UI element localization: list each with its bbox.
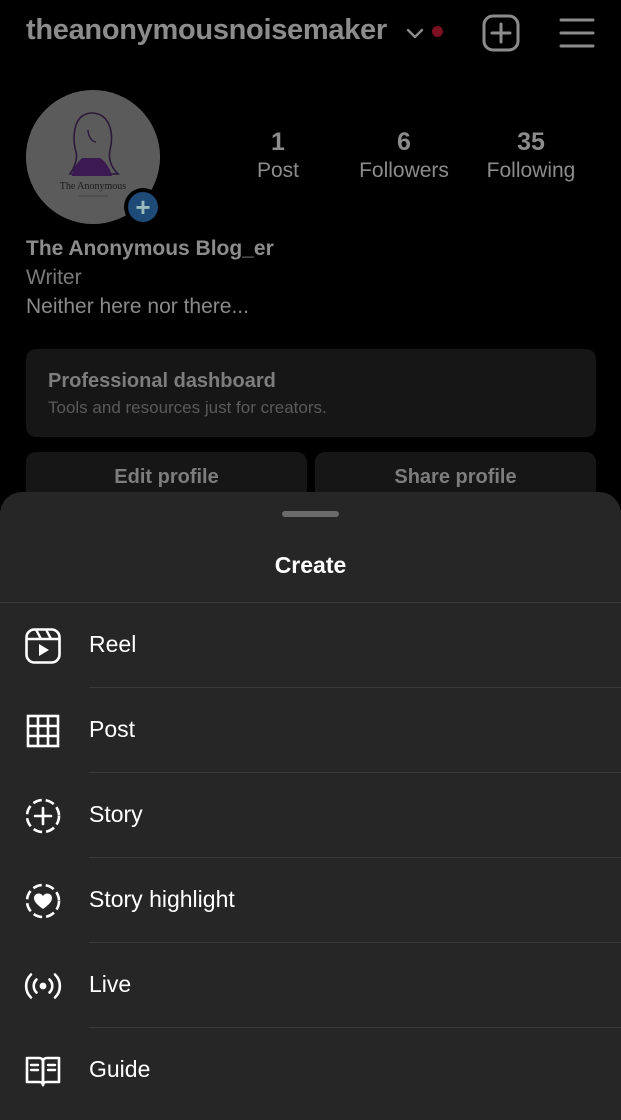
avatar-caption: The Anonymous: [60, 181, 126, 192]
option-label: Reel: [89, 631, 137, 657]
grid-icon: [26, 714, 60, 748]
new-post-icon[interactable]: [482, 14, 520, 52]
dashboard-title: Professional dashboard: [48, 370, 276, 392]
create-option-post[interactable]: Post: [0, 688, 621, 773]
stat-followers-count: 6: [397, 128, 411, 156]
stat-following[interactable]: 35 Following: [476, 127, 586, 185]
story-add-icon: [25, 798, 61, 834]
dashboard-subtitle: Tools and resources just for creators.: [48, 398, 327, 417]
professional-dashboard-card[interactable]: Professional dashboard Tools and resourc…: [26, 349, 596, 437]
stat-following-label: Following: [486, 159, 576, 182]
stat-followers-label: Followers: [359, 159, 449, 182]
create-option-story[interactable]: Story: [0, 773, 621, 858]
menu-icon[interactable]: [558, 16, 596, 50]
live-icon: [24, 973, 62, 999]
add-story-button[interactable]: +: [124, 188, 162, 226]
sheet-title: Create: [274, 552, 347, 578]
plus-icon: +: [128, 192, 158, 222]
create-option-reel[interactable]: Reel: [0, 603, 621, 688]
highlight-heart-icon: [25, 883, 61, 919]
profile-name: The Anonymous Blog_er: [26, 237, 274, 260]
account-switcher-username[interactable]: theanonymousnoisemaker: [26, 14, 387, 47]
option-label: Live: [89, 971, 132, 997]
notification-dot: [432, 26, 443, 37]
option-label: Story: [89, 801, 143, 827]
stat-posts-label: Post: [256, 159, 300, 182]
create-option-guide[interactable]: Guide: [0, 1028, 621, 1113]
stat-followers[interactable]: 6 Followers: [349, 127, 459, 185]
sheet-drag-handle[interactable]: [282, 511, 339, 517]
create-option-live[interactable]: Live: [0, 943, 621, 1028]
create-option-story-highlight[interactable]: Story highlight: [0, 858, 621, 943]
option-label: Story highlight: [89, 886, 235, 912]
option-label: Post: [89, 716, 136, 742]
profile-category: Writer: [26, 266, 82, 289]
create-sheet: Create Reel Post Story Story highlight L…: [0, 492, 621, 1120]
guide-book-icon: [25, 1056, 61, 1087]
option-label: Guide: [89, 1056, 151, 1082]
top-bar: theanonymousnoisemaker: [0, 0, 621, 64]
reel-icon: [25, 628, 61, 664]
stat-posts-count: 1: [271, 128, 285, 156]
stat-following-count: 35: [517, 128, 545, 156]
stat-posts[interactable]: 1 Post: [238, 127, 318, 185]
chevron-down-icon[interactable]: [404, 22, 426, 44]
profile-bio: Neither here nor there...: [26, 295, 249, 318]
